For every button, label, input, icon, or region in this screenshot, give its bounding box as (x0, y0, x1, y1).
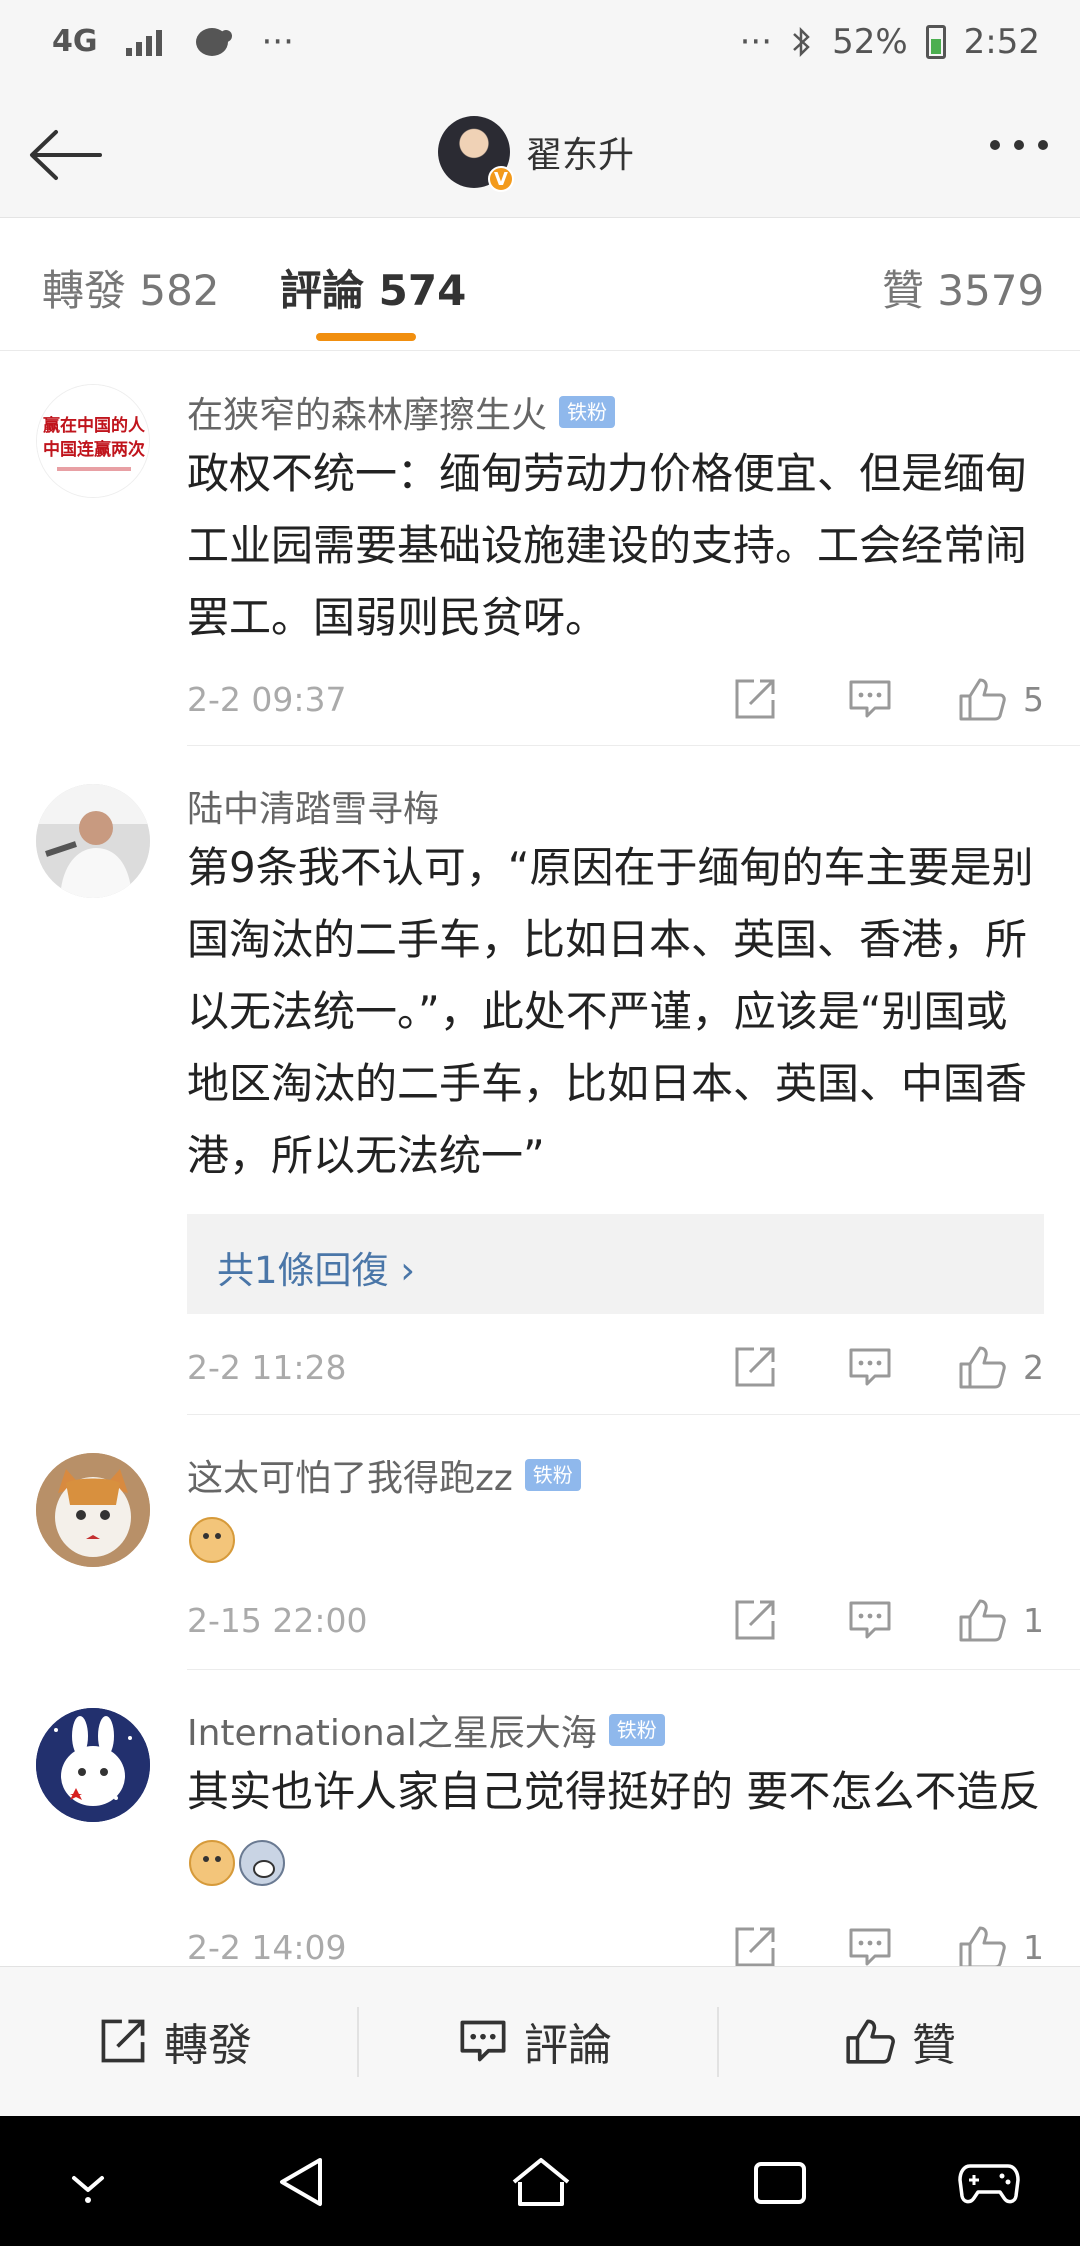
app-notification-icon (195, 28, 232, 56)
tab-likes[interactable]: 贊 3579 (882, 257, 1044, 318)
comment-text: 其实也许人家自己觉得挺好的 要不怎么不造反 (187, 1756, 1047, 1900)
like-count: 1 (1023, 1601, 1044, 1640)
comment-text: 第9条我不认可，“原因在于缅甸的车主要是别国淘汰的二手车，比如日本、英国、香港，… (187, 843, 1034, 1180)
home-nav-icon[interactable] (510, 2152, 572, 2212)
comment-icon[interactable] (847, 1344, 893, 1390)
username-text[interactable]: 这太可怕了我得跑zz (187, 1449, 513, 1501)
avatar[interactable] (36, 1708, 150, 1822)
like-count: 1 (1023, 1928, 1044, 1967)
comment-text: 政权不统一：缅甸劳动力价格便宜、但是缅甸工业园需要基础设施建设的支持。工会经常闹… (187, 449, 1028, 642)
recent-apps-icon[interactable] (752, 2152, 808, 2212)
share-icon (101, 2019, 145, 2063)
avatar[interactable]: V (438, 116, 514, 192)
like-icon[interactable] (957, 1597, 1007, 1643)
share-icon[interactable] (732, 676, 778, 722)
fan-badge: 铁粉 (559, 396, 616, 428)
comment-username[interactable]: 陆中清踏雪寻梅 (187, 780, 439, 832)
like-count: 5 (1023, 680, 1044, 719)
comment-time: 2-2 09:37 (187, 680, 347, 719)
avatar-image: 赢在中国的人 中国连赢两次 (37, 385, 149, 497)
more-options-button[interactable] (990, 140, 1048, 150)
share-icon[interactable] (732, 1344, 778, 1390)
comment-time: 2-2 14:09 (187, 1928, 347, 1967)
husky-emoji-icon (239, 1840, 285, 1886)
battery-icon (925, 25, 946, 59)
tab-bar: 轉發 582 評論 574 贊 3579 (0, 219, 1080, 351)
comment-username[interactable]: 这太可怕了我得跑zz 铁粉 (187, 1449, 581, 1501)
comment-button[interactable]: 評論 (458, 2009, 612, 2073)
profile-link[interactable]: V 翟东升 (438, 116, 634, 192)
username-text[interactable]: 陆中清踏雪寻梅 (187, 780, 439, 832)
avatar-image (36, 784, 150, 898)
top-navigation-bar: V 翟东升 (0, 90, 1080, 218)
comment-divider (187, 745, 1080, 746)
repost-button[interactable]: 轉發 (98, 2009, 252, 2073)
comment-time: 2-15 22:00 (187, 1601, 368, 1640)
clock: 2:52 (963, 22, 1040, 62)
comment-icon[interactable] (847, 1597, 893, 1643)
more-notifications: ··· (261, 22, 294, 62)
reply-box[interactable]: 共1條回復 › (187, 1214, 1044, 1314)
comment-divider (187, 1414, 1080, 1415)
like-label: 贊 (912, 2020, 956, 2071)
like-icon[interactable] (957, 1344, 1007, 1390)
comment-icon[interactable] (847, 1924, 893, 1970)
author-name[interactable]: 翟东升 (526, 126, 634, 178)
like-icon[interactable] (957, 676, 1007, 722)
doge-emoji-icon (189, 1517, 235, 1563)
avatar-text-line1: 赢在中国的人 (43, 415, 146, 436)
bluetooth-icon (793, 26, 810, 58)
hide-keyboard-icon[interactable] (66, 2152, 110, 2212)
username-text[interactable]: 在狭窄的森林摩擦生火 (187, 386, 547, 438)
network-indicator: 4G (52, 24, 98, 59)
separator (357, 2007, 359, 2077)
status-dots: ··· (739, 22, 773, 62)
repost-label: 轉發 (164, 2020, 252, 2071)
separator (717, 2007, 719, 2077)
like-icon (846, 2019, 895, 2064)
comment-text (187, 1505, 1047, 1577)
verified-badge: V (488, 166, 514, 192)
avatar-image (36, 1708, 150, 1822)
avatar-image (36, 1453, 150, 1567)
comment-icon (460, 2020, 506, 2062)
avatar[interactable]: 赢在中国的人 中国连赢两次 (36, 384, 150, 498)
doge-emoji-icon (189, 1840, 235, 1886)
bottom-action-bar: 轉發 評論 贊 (0, 1966, 1080, 2116)
share-icon[interactable] (732, 1597, 778, 1643)
avatar[interactable] (36, 1453, 150, 1567)
battery-percent: 52% (832, 22, 908, 62)
like-button[interactable]: 贊 (844, 2009, 956, 2073)
more-dots-icon (990, 140, 1000, 150)
comment-meta: 2-2 09:37 5 (187, 670, 1047, 730)
back-nav-icon[interactable] (276, 2152, 326, 2212)
comment-label: 評論 (524, 2020, 612, 2071)
comment-divider (187, 1669, 1080, 1670)
username-text[interactable]: International之星辰大海 (187, 1704, 597, 1756)
avatar[interactable] (36, 784, 150, 898)
game-controller-icon[interactable] (958, 2152, 1020, 2212)
comment-meta: 2-2 11:28 2 (187, 1338, 1047, 1398)
tab-repost[interactable]: 轉發 582 (42, 257, 220, 318)
like-count: 2 (1023, 1348, 1044, 1387)
comment-text-content: 其实也许人家自己觉得挺好的 要不怎么不造反 (187, 1767, 1041, 1816)
tab-comments[interactable]: 評論 574 (280, 257, 466, 318)
like-icon[interactable] (957, 1924, 1007, 1970)
comment-icon[interactable] (847, 676, 893, 722)
comment-meta: 2-15 22:00 1 (187, 1591, 1047, 1651)
comment-username[interactable]: 在狭窄的森林摩擦生火 铁粉 (187, 386, 616, 438)
share-icon[interactable] (732, 1924, 778, 1970)
avatar-text-line2: 中国连赢两次 (43, 439, 145, 460)
signal-icon (125, 28, 162, 56)
view-replies-link[interactable]: 共1條回復 › (217, 1240, 415, 1294)
comment-time: 2-2 11:28 (187, 1348, 347, 1387)
comment-username[interactable]: International之星辰大海 铁粉 (187, 1704, 665, 1756)
fan-badge: 铁粉 (608, 1714, 665, 1746)
back-button[interactable] (26, 120, 106, 190)
fan-badge: 铁粉 (524, 1459, 581, 1491)
back-arrow-icon (30, 130, 102, 180)
status-bar: 4G ··· ··· 52% 2:52 (0, 0, 1080, 90)
system-navigation-bar (0, 2116, 1080, 2246)
active-tab-indicator (316, 333, 416, 341)
